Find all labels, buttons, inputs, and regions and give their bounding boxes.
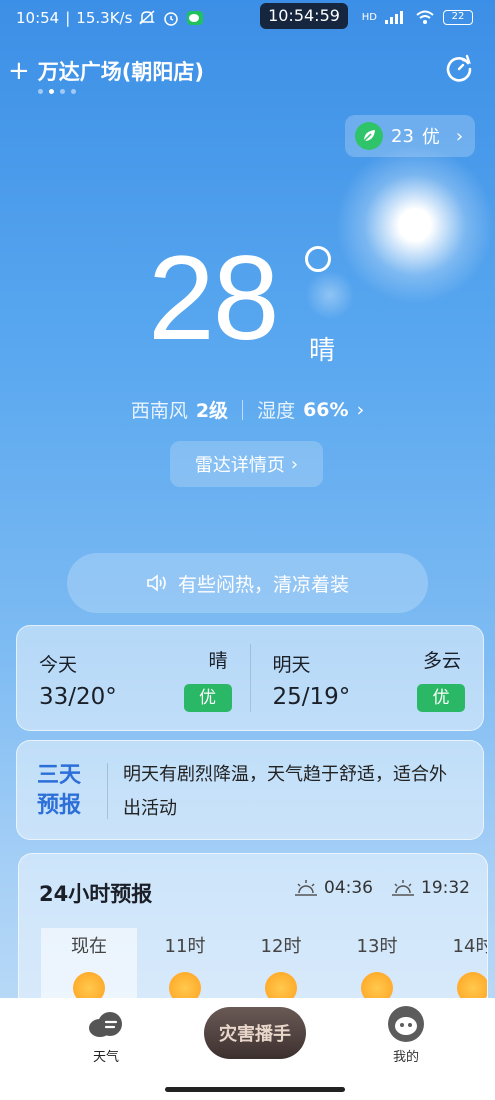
hour-label: 现在	[71, 936, 107, 957]
three-day-text: 明天有剧烈降温，天气趋于舒适，适合外出活动	[123, 764, 447, 819]
forecast-weather: 晴	[208, 650, 228, 672]
three-day-forecast-card[interactable]: 三天预报 明天有剧烈降温，天气趋于舒适，适合外出活动	[16, 740, 484, 840]
sun-illustration	[335, 145, 495, 305]
radar-label: 雷达详情页	[194, 455, 285, 476]
page-dot-active	[49, 89, 54, 94]
status-left: 10:54 | 15.3K/s	[16, 9, 204, 27]
sunrise-icon	[295, 880, 317, 896]
status-separator: |	[65, 9, 71, 27]
three-day-title: 三天预报	[37, 763, 82, 818]
status-center-clock: 10:54:59	[260, 3, 348, 29]
forecast-card[interactable]: 今天 晴 33/20° 优 明天 多云 25/19° 优	[16, 625, 484, 731]
hour-label: 11时	[164, 936, 206, 957]
battery-icon: 22	[443, 9, 473, 25]
mute-icon	[139, 10, 156, 25]
forecast-temp: 25/19°	[272, 684, 351, 710]
signal-icon	[385, 11, 403, 24]
wechat-icon	[187, 11, 204, 25]
wind-direction: 西南风	[130, 400, 188, 422]
disaster-capture-button[interactable]: 灾害播手	[204, 1007, 306, 1059]
forecast-day: 明天	[272, 654, 311, 676]
weather-cloud-icon	[89, 1012, 122, 1037]
bottom-nav: 天气 灾害播手 我的	[0, 998, 495, 1100]
home-indicator[interactable]	[165, 1087, 345, 1092]
chevron-right-icon: ›	[290, 453, 299, 475]
location-header[interactable]: + 万达广场(朝阳店)	[8, 56, 204, 86]
nav-tab-mine[interactable]: 我的	[384, 1006, 428, 1065]
chevron-right-icon: ›	[356, 398, 365, 421]
speaker-icon	[147, 574, 166, 592]
sunrise: 04:36	[294, 878, 373, 898]
sunset: 19:32	[391, 878, 470, 898]
status-bar: 10:54 | 15.3K/s 10:54:59 HD 22	[0, 0, 495, 36]
page-indicator	[38, 89, 76, 94]
forecast-tomorrow[interactable]: 明天 多云 25/19° 优	[251, 626, 484, 730]
refresh-icon[interactable]	[444, 54, 474, 84]
sunset-time: 19:32	[421, 878, 470, 898]
aqi-badge: 优	[183, 684, 232, 712]
aqi-badge: 优	[417, 684, 465, 712]
divider	[242, 399, 244, 420]
leaf-icon	[355, 122, 383, 150]
degree-symbol	[305, 246, 331, 272]
profile-icon	[388, 1006, 424, 1042]
radar-detail-button[interactable]: 雷达详情页 ›	[170, 441, 323, 487]
hour-label: 12时	[260, 936, 302, 957]
page-dot	[38, 89, 43, 94]
add-city-icon[interactable]: +	[8, 58, 30, 84]
nav-weather-label: 天气	[92, 1050, 119, 1065]
status-time: 10:54	[16, 9, 60, 27]
nav-tab-weather[interactable]: 天气	[83, 1010, 129, 1065]
divider	[107, 763, 108, 819]
tip-text: 有些闷热，清凉着装	[177, 573, 349, 596]
aqi-button[interactable]: 23 优 ›	[345, 115, 475, 157]
page-dot	[71, 89, 76, 94]
forecast-today[interactable]: 今天 晴 33/20° 优	[17, 626, 250, 730]
forecast-temp: 33/20°	[39, 684, 117, 710]
hour-label: 13时	[356, 936, 398, 957]
wifi-icon	[416, 10, 434, 24]
page-dot	[60, 89, 65, 94]
current-temperature: 28	[148, 231, 279, 365]
humidity-value: 66%	[303, 398, 349, 421]
aqi-value: 23	[391, 125, 414, 147]
aqi-level: 优	[421, 127, 440, 148]
sunset-icon	[392, 880, 414, 896]
current-condition: 晴	[309, 336, 336, 366]
wind-level: 2级	[195, 400, 229, 422]
location-name[interactable]: 万达广场(朝阳店)	[38, 56, 204, 86]
wind-humidity-row[interactable]: 西南风 2级 湿度 66% ›	[0, 396, 495, 423]
forecast-weather: 多云	[422, 650, 461, 672]
alarm-icon	[164, 12, 179, 26]
hourly-title: 24小时预报	[39, 882, 153, 906]
sun-glare	[305, 270, 355, 320]
forecast-day: 今天	[39, 654, 78, 676]
chevron-right-icon: ›	[455, 125, 464, 147]
status-net-speed: 15.3K/s	[76, 9, 133, 27]
humidity-label: 湿度	[257, 400, 296, 422]
status-right: HD 22	[362, 9, 473, 25]
weather-tip[interactable]: 有些闷热，清凉着装	[67, 553, 428, 613]
hd-label: HD	[361, 11, 377, 23]
sunrise-time: 04:36	[324, 878, 373, 898]
nav-mine-label: 我的	[392, 1050, 419, 1065]
hour-label: 14时	[452, 936, 487, 957]
